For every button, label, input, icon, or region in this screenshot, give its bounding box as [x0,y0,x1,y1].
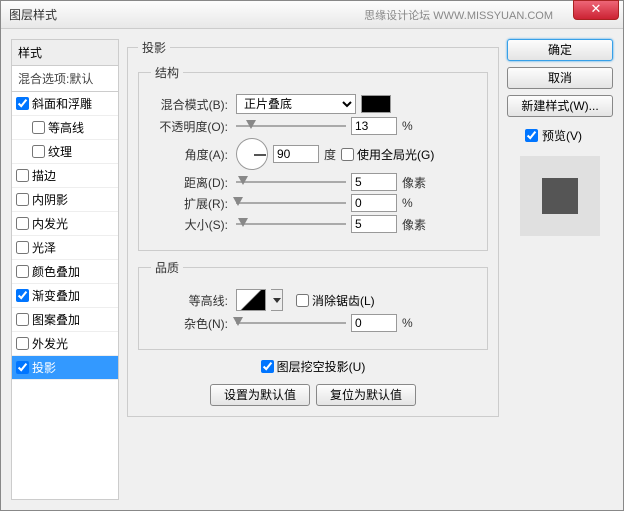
opacity-input[interactable] [351,117,397,135]
quality-group: 品质 等高线: 消除锯齿(L) 杂色(N): % [138,259,488,350]
sidebar-header[interactable]: 样式 [12,40,118,66]
percent-unit: % [402,119,413,133]
spread-label: 扩展(R): [151,195,231,212]
layer-style-dialog: 图层样式 思缘设计论坛 WWW.MISSYUAN.COM ✕ 样式 混合选项:默… [0,0,624,511]
sidebar-checkbox[interactable] [16,289,29,302]
opacity-label: 不透明度(O): [151,118,231,135]
panel-title: 投影 [138,39,170,56]
close-button[interactable]: ✕ [573,0,619,20]
cancel-button[interactable]: 取消 [507,67,613,89]
sidebar-item-label: 图案叠加 [32,311,80,328]
make-default-button[interactable]: 设置为默认值 [210,384,310,406]
antialias-checkbox[interactable]: 消除锯齿(L) [296,292,375,309]
sidebar-checkbox[interactable] [16,97,29,110]
sidebar-item-label: 内阴影 [32,191,68,208]
size-label: 大小(S): [151,216,231,233]
window-subtitle: 思缘设计论坛 WWW.MISSYUAN.COM [364,7,553,23]
sidebar-checkbox[interactable] [32,145,45,158]
shadow-color-swatch[interactable] [361,95,391,113]
sidebar-item-5[interactable]: 内发光 [12,212,118,236]
noise-label: 杂色(N): [151,315,231,332]
angle-input[interactable] [273,145,319,163]
px-unit: 像素 [402,174,426,191]
noise-input[interactable] [351,314,397,332]
sidebar-item-11[interactable]: 投影 [12,356,118,380]
window-title: 图层样式 [5,6,57,23]
drop-shadow-panel: 投影 结构 混合模式(B): 正片叠底 不透明度(O): % [127,39,499,417]
blendmode-select[interactable]: 正片叠底 [236,94,356,114]
ok-button[interactable]: 确定 [507,39,613,61]
sidebar-item-2[interactable]: 纹理 [12,140,118,164]
sidebar-item-label: 描边 [32,167,56,184]
sidebar-checkbox[interactable] [16,361,29,374]
sidebar-blend-options[interactable]: 混合选项:默认 [12,66,118,92]
sidebar-checkbox[interactable] [16,217,29,230]
angle-unit: 度 [324,146,336,163]
sidebar-item-label: 纹理 [48,143,72,160]
sidebar-checkbox[interactable] [32,121,45,134]
sidebar-item-1[interactable]: 等高线 [12,116,118,140]
sidebar-item-6[interactable]: 光泽 [12,236,118,260]
preview-box [520,156,600,236]
sidebar-item-3[interactable]: 描边 [12,164,118,188]
knockout-checkbox[interactable]: 图层挖空投影(U) [261,358,366,375]
sidebar-item-label: 颜色叠加 [32,263,80,280]
sidebar-item-8[interactable]: 渐变叠加 [12,284,118,308]
structure-title: 结构 [151,64,183,81]
size-slider[interactable] [236,217,346,231]
global-light-checkbox[interactable]: 使用全局光(G) [341,146,434,163]
sidebar-item-9[interactable]: 图案叠加 [12,308,118,332]
new-style-button[interactable]: 新建样式(W)... [507,95,613,117]
spread-slider[interactable] [236,196,346,210]
angle-label: 角度(A): [151,146,231,163]
sidebar-item-0[interactable]: 斜面和浮雕 [12,92,118,116]
titlebar[interactable]: 图层样式 思缘设计论坛 WWW.MISSYUAN.COM ✕ [1,1,623,29]
sidebar-item-label: 光泽 [32,239,56,256]
size-input[interactable] [351,215,397,233]
sidebar-item-label: 投影 [32,359,56,376]
right-button-panel: 确定 取消 新建样式(W)... 预览(V) [507,39,613,500]
sidebar-item-7[interactable]: 颜色叠加 [12,260,118,284]
structure-group: 结构 混合模式(B): 正片叠底 不透明度(O): % 角度(A): [138,64,488,251]
contour-dropdown[interactable] [271,289,283,311]
sidebar-checkbox[interactable] [16,241,29,254]
opacity-slider[interactable] [236,119,346,133]
blendmode-label: 混合模式(B): [151,96,231,113]
sidebar-item-10[interactable]: 外发光 [12,332,118,356]
sidebar-item-label: 内发光 [32,215,68,232]
preview-swatch [542,178,578,214]
styles-sidebar: 样式 混合选项:默认 斜面和浮雕等高线纹理描边内阴影内发光光泽颜色叠加渐变叠加图… [11,39,119,500]
distance-label: 距离(D): [151,174,231,191]
preview-checkbox[interactable]: 预览(V) [507,127,613,144]
sidebar-checkbox[interactable] [16,313,29,326]
sidebar-checkbox[interactable] [16,193,29,206]
distance-input[interactable] [351,173,397,191]
quality-title: 品质 [151,259,183,276]
contour-picker[interactable] [236,289,266,311]
sidebar-item-label: 等高线 [48,119,84,136]
contour-label: 等高线: [151,292,231,309]
sidebar-item-label: 斜面和浮雕 [32,95,92,112]
sidebar-checkbox[interactable] [16,337,29,350]
sidebar-item-4[interactable]: 内阴影 [12,188,118,212]
spread-input[interactable] [351,194,397,212]
sidebar-checkbox[interactable] [16,265,29,278]
sidebar-item-label: 渐变叠加 [32,287,80,304]
sidebar-checkbox[interactable] [16,169,29,182]
sidebar-item-label: 外发光 [32,335,68,352]
distance-slider[interactable] [236,175,346,189]
reset-default-button[interactable]: 复位为默认值 [316,384,416,406]
noise-slider[interactable] [236,316,346,330]
angle-dial[interactable] [236,138,268,170]
